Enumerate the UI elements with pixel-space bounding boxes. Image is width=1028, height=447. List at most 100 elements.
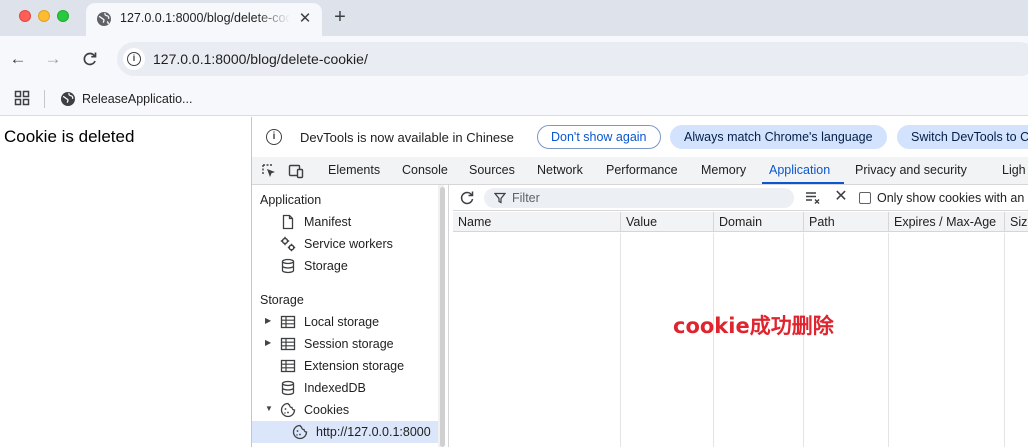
sidebar-section-application: Application xyxy=(260,193,322,207)
cookie-icon xyxy=(292,424,308,440)
tab-title: 127.0.0.1:8000/blog/delete-cookie/ xyxy=(120,11,290,25)
sidebar-section-storage: Storage xyxy=(260,293,304,307)
infobar-message: DevTools is now available in Chinese xyxy=(300,130,514,145)
sidebar-item-cookie-origin[interactable]: http://127.0.0.1:8000 xyxy=(252,421,438,443)
globe-icon xyxy=(60,91,76,107)
globe-icon xyxy=(96,11,112,27)
tab-application[interactable]: Application xyxy=(769,163,830,177)
clear-all-cookies-icon[interactable]: ✕ xyxy=(833,189,849,205)
zoom-window-button[interactable] xyxy=(57,10,69,22)
column-divider xyxy=(1004,233,1005,447)
deleted-annotation: cookie成功删除 xyxy=(673,314,834,338)
new-tab-button[interactable]: + xyxy=(328,5,352,29)
expand-arrow-icon[interactable]: ▶ xyxy=(265,338,271,347)
tab-network[interactable]: Network xyxy=(537,163,583,177)
table-icon xyxy=(280,314,296,330)
address-url[interactable]: 127.0.0.1:8000/blog/delete-cookie/ xyxy=(153,51,368,67)
filter-icon xyxy=(494,192,506,204)
info-icon: i xyxy=(127,52,141,66)
column-header-name[interactable]: Name xyxy=(453,212,621,232)
browser-toolbar: ← → i 127.0.0.1:8000/blog/delete-cookie/ xyxy=(0,36,1028,82)
sidebar-item-label: Extension storage xyxy=(304,359,405,373)
sidebar-item-extension-storage[interactable]: Extension storage xyxy=(252,355,438,377)
bookmarks-divider xyxy=(44,90,45,108)
sidebar-item-label: Service workers xyxy=(304,237,393,251)
minimize-window-button[interactable] xyxy=(38,10,50,22)
sidebar-item-session-storage[interactable]: ▶ Session storage xyxy=(252,333,438,355)
database-icon xyxy=(280,380,296,396)
sidebar-item-label: Session storage xyxy=(304,337,394,351)
cookies-table-header: Name Value Domain Path Expires / Max-Age… xyxy=(453,212,1028,232)
cookies-toolbar: ✕ Only show cookies with an xyxy=(453,185,1028,211)
forward-button[interactable]: → xyxy=(42,48,64,70)
bookmarks-bar: ReleaseApplicatio... xyxy=(0,82,1028,116)
sidebar-item-indexeddb[interactable]: IndexedDB xyxy=(252,377,438,399)
table-icon xyxy=(280,336,296,352)
column-header-path[interactable]: Path xyxy=(804,212,889,232)
language-infobar: i DevTools is now available in Chinese D… xyxy=(252,117,1028,157)
gears-icon xyxy=(280,236,296,252)
column-divider xyxy=(803,233,804,447)
site-info-button[interactable]: i xyxy=(123,48,145,70)
column-header-size[interactable]: Size xyxy=(1005,212,1028,232)
bookmark-label: ReleaseApplicatio... xyxy=(82,92,193,106)
only-issues-label: Only show cookies with an xyxy=(877,191,1025,205)
dont-show-again-button[interactable]: Don't show again xyxy=(537,125,661,149)
sidebar-item-label: Cookies xyxy=(304,403,350,417)
sidebar-item-service-workers[interactable]: Service workers xyxy=(252,233,438,255)
sidebar-item-label: Local storage xyxy=(304,315,380,329)
sidebar-item-local-storage[interactable]: ▶ Local storage xyxy=(252,311,438,333)
back-button[interactable]: ← xyxy=(7,48,29,70)
file-icon xyxy=(280,214,296,230)
close-window-button[interactable] xyxy=(19,10,31,22)
column-header-domain[interactable]: Domain xyxy=(714,212,804,232)
inspect-element-icon[interactable] xyxy=(261,163,277,179)
column-header-value[interactable]: Value xyxy=(621,212,714,232)
tab-sources[interactable]: Sources xyxy=(469,163,515,177)
expand-arrow-icon[interactable]: ▶ xyxy=(265,316,271,325)
apps-grid-icon[interactable] xyxy=(14,90,30,106)
tab-console[interactable]: Console xyxy=(402,163,448,177)
close-icon[interactable]: ✕ xyxy=(296,10,314,28)
switch-language-button[interactable]: Switch DevTools to C xyxy=(897,125,1028,149)
only-issues-checkbox[interactable] xyxy=(859,192,871,204)
tab-elements[interactable]: Elements xyxy=(328,163,380,177)
cookie-icon xyxy=(280,402,296,418)
tab-memory[interactable]: Memory xyxy=(701,163,746,177)
column-divider xyxy=(713,233,714,447)
filter-box[interactable] xyxy=(484,188,794,208)
browser-tab[interactable]: 127.0.0.1:8000/blog/delete-cookie/ ✕ xyxy=(86,3,322,36)
sidebar-item-cookies[interactable]: ▼ Cookies xyxy=(252,399,438,421)
column-header-expires[interactable]: Expires / Max-Age xyxy=(889,212,1005,232)
table-icon xyxy=(280,358,296,374)
device-toolbar-icon[interactable] xyxy=(288,163,304,179)
devtools-tab-bar: Elements Console Sources Network Perform… xyxy=(252,157,1028,185)
collapse-arrow-icon[interactable]: ▼ xyxy=(265,404,273,413)
refresh-icon[interactable] xyxy=(459,189,475,205)
devtools-panel: i DevTools is now available in Chinese D… xyxy=(251,117,1028,447)
tab-performance[interactable]: Performance xyxy=(606,163,678,177)
active-tab-indicator xyxy=(762,182,844,184)
application-sidebar: Application Manifest Service workers Sto… xyxy=(252,185,442,447)
cookies-table-body xyxy=(453,233,1028,447)
sidebar-item-label: Manifest xyxy=(304,215,352,229)
filter-input[interactable] xyxy=(512,188,782,208)
clear-filtered-cookies-icon[interactable] xyxy=(805,190,821,206)
sidebar-item-label: Storage xyxy=(304,259,348,273)
reload-button[interactable] xyxy=(79,48,101,70)
sidebar-item-label: IndexedDB xyxy=(304,381,366,395)
sidebar-scrollbar-thumb[interactable] xyxy=(440,187,445,447)
sidebar-item-storage[interactable]: Storage xyxy=(252,255,438,277)
address-bar[interactable]: i 127.0.0.1:8000/blog/delete-cookie/ xyxy=(117,42,1028,76)
tab-privacy-and-security[interactable]: Privacy and security xyxy=(855,163,967,177)
tab-strip: 127.0.0.1:8000/blog/delete-cookie/ ✕ + xyxy=(0,0,1028,36)
sidebar-resizer[interactable] xyxy=(448,185,449,447)
info-icon: i xyxy=(266,129,282,145)
sidebar-item-label: http://127.0.0.1:8000 xyxy=(316,425,431,439)
column-divider xyxy=(888,233,889,447)
page-viewport: Cookie is deleted xyxy=(0,117,251,447)
tab-lighthouse[interactable]: Ligh xyxy=(1002,163,1026,177)
page-message: Cookie is deleted xyxy=(4,127,135,146)
sidebar-item-manifest[interactable]: Manifest xyxy=(252,211,438,233)
always-match-language-button[interactable]: Always match Chrome's language xyxy=(670,125,887,149)
